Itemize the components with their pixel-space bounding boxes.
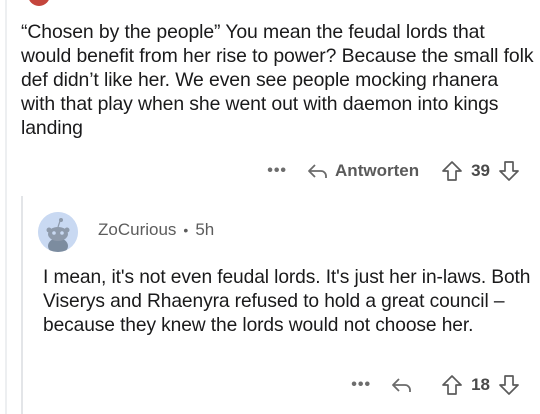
- downvote-arrow-icon[interactable]: [498, 160, 520, 182]
- score: 39: [471, 161, 490, 180]
- meta-separator: •: [183, 222, 189, 238]
- comment-meta: ZoCurious • 5h: [98, 220, 214, 240]
- more-options-button[interactable]: •••: [267, 162, 287, 180]
- reply-button[interactable]: [391, 376, 419, 394]
- nested-thread-line[interactable]: [21, 196, 23, 414]
- comment-body: I mean, it's not even feudal lords. It's…: [43, 267, 531, 336]
- vote-group: 39: [441, 160, 520, 182]
- more-options-button[interactable]: •••: [351, 376, 371, 394]
- reply-label: Antworten: [335, 161, 420, 180]
- score: 18: [471, 375, 490, 394]
- timestamp: 5h: [195, 220, 215, 239]
- reply-arrow-icon: [392, 378, 411, 392]
- downvote-arrow-icon[interactable]: [498, 374, 520, 396]
- username[interactable]: ZoCurious: [98, 220, 176, 240]
- comment-body: “Chosen by the people” You mean the feud…: [21, 21, 534, 139]
- comment-actions: ••• 18: [351, 371, 520, 399]
- upvote-arrow-icon[interactable]: [441, 160, 463, 182]
- reply-button[interactable]: Antworten: [307, 161, 419, 181]
- vote-group: 18: [441, 374, 520, 396]
- thread-line: [5, 0, 7, 414]
- upvote-arrow-icon[interactable]: [441, 374, 463, 396]
- top-avatar[interactable]: [28, 0, 50, 6]
- reply-arrow-icon: [308, 164, 327, 178]
- comment-actions: ••• Antworten 39: [267, 157, 520, 185]
- snoo-avatar-icon[interactable]: [38, 212, 78, 252]
